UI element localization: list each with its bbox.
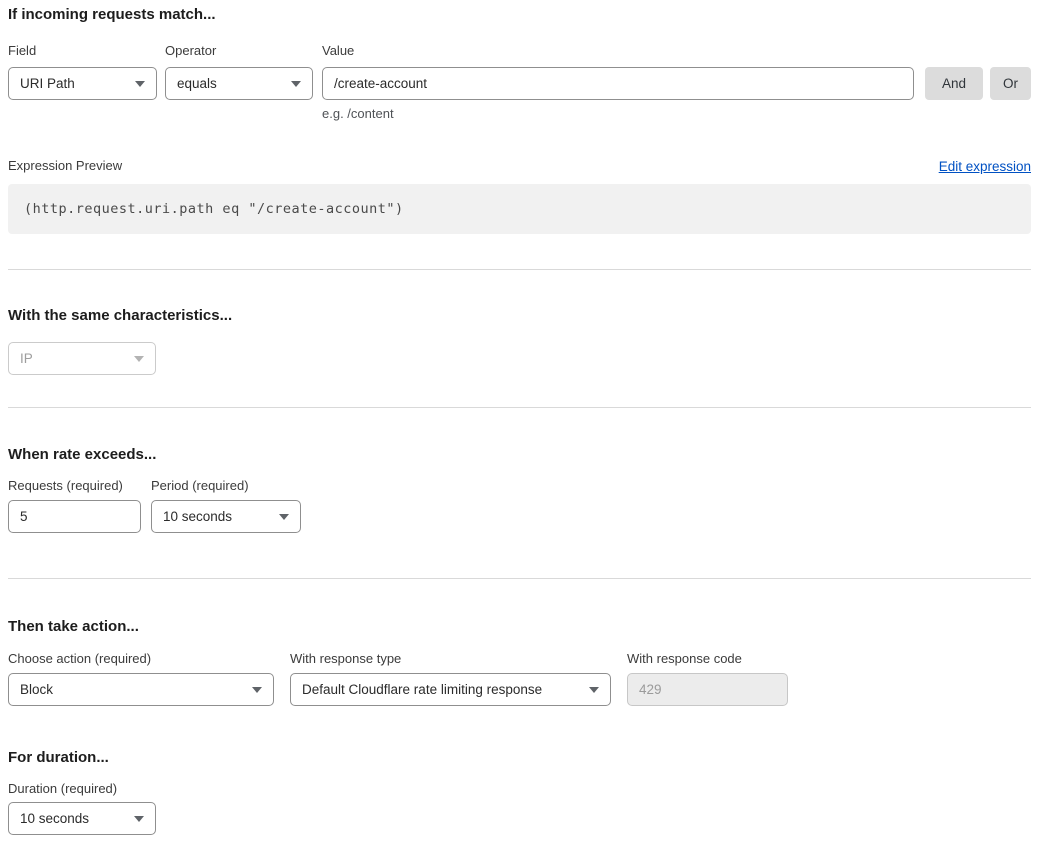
section-divider	[8, 407, 1031, 408]
characteristics-section-heading: With the same characteristics...	[8, 307, 1031, 325]
response-code-input	[627, 673, 788, 706]
duration-section-heading: For duration...	[8, 749, 1031, 767]
chevron-down-icon	[279, 514, 289, 520]
choose-action-select[interactable]: Block	[8, 673, 274, 706]
characteristics-select: IP	[8, 342, 156, 375]
response-type-select-value: Default Cloudflare rate limiting respons…	[302, 682, 542, 697]
value-input[interactable]	[322, 67, 914, 100]
field-label: Field	[8, 43, 157, 59]
chevron-down-icon	[252, 687, 262, 693]
operator-select-value: equals	[177, 76, 217, 91]
value-helper-row: e.g. /content	[8, 100, 1031, 121]
requests-input[interactable]	[8, 500, 141, 533]
chevron-down-icon	[135, 81, 145, 87]
duration-select[interactable]: 10 seconds	[8, 802, 156, 835]
edit-expression-link[interactable]: Edit expression	[939, 159, 1031, 174]
duration-select-value: 10 seconds	[20, 811, 89, 826]
value-helper-text: e.g. /content	[322, 106, 1031, 121]
chevron-down-icon	[134, 816, 144, 822]
period-select[interactable]: 10 seconds	[151, 500, 301, 533]
chevron-down-icon	[291, 81, 301, 87]
value-label: Value	[322, 43, 1031, 59]
section-divider	[8, 269, 1031, 270]
rate-controls-row: 10 seconds	[8, 500, 1031, 533]
action-controls-row: Block Default Cloudflare rate limiting r…	[8, 673, 1031, 706]
field-select[interactable]: URI Path	[8, 67, 157, 100]
characteristics-select-value: IP	[20, 351, 33, 366]
period-label: Period (required)	[151, 478, 301, 494]
and-button[interactable]: And	[925, 67, 983, 100]
operator-label: Operator	[165, 43, 313, 59]
response-type-label: With response type	[290, 651, 611, 667]
rate-section-heading: When rate exceeds...	[8, 446, 1031, 464]
requests-label: Requests (required)	[8, 478, 141, 494]
expression-preview-label: Expression Preview	[8, 158, 122, 174]
response-type-select[interactable]: Default Cloudflare rate limiting respons…	[290, 673, 611, 706]
or-button[interactable]: Or	[990, 67, 1031, 100]
chevron-down-icon	[134, 356, 144, 362]
match-labels-row: Field Operator Value	[8, 43, 1031, 59]
match-section-heading: If incoming requests match...	[8, 6, 1031, 24]
duration-label: Duration (required)	[8, 781, 1031, 797]
choose-action-select-value: Block	[20, 682, 53, 697]
expression-preview-box: (http.request.uri.path eq "/create-accou…	[8, 184, 1031, 234]
response-code-label: With response code	[627, 651, 788, 667]
section-divider	[8, 578, 1031, 579]
action-labels-row: Choose action (required) With response t…	[8, 651, 1031, 667]
expression-preview-header: Expression Preview Edit expression	[8, 158, 1031, 174]
chevron-down-icon	[589, 687, 599, 693]
operator-select[interactable]: equals	[165, 67, 313, 100]
action-section-heading: Then take action...	[8, 618, 1031, 636]
rate-labels-row: Requests (required) Period (required)	[8, 478, 1031, 494]
expression-code: (http.request.uri.path eq "/create-accou…	[24, 201, 404, 217]
choose-action-label: Choose action (required)	[8, 651, 274, 667]
field-select-value: URI Path	[20, 76, 75, 91]
match-controls-row: URI Path equals And Or	[8, 67, 1031, 100]
period-select-value: 10 seconds	[163, 509, 232, 524]
